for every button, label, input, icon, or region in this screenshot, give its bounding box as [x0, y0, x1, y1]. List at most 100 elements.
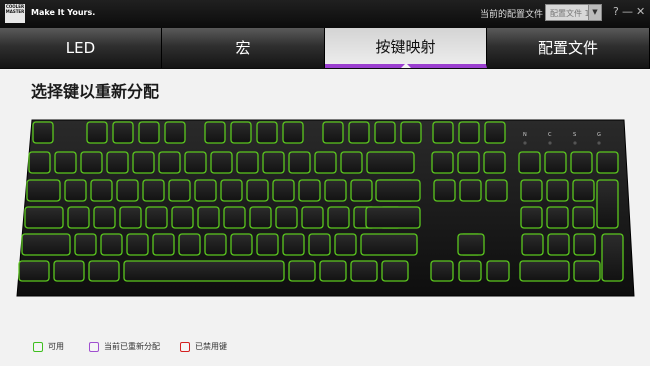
key-r3-4[interactable] — [145, 206, 168, 229]
key-r4-6[interactable] — [204, 233, 227, 256]
key-r2-18[interactable] — [546, 179, 569, 202]
key-r3-6[interactable] — [197, 206, 220, 229]
numpad-plus-key[interactable] — [596, 179, 619, 229]
key-r2-4[interactable] — [142, 179, 165, 202]
key-r2-8[interactable] — [246, 179, 269, 202]
key-r2-2[interactable] — [90, 179, 113, 202]
key-r4-12[interactable] — [360, 233, 418, 256]
key-r2-3[interactable] — [116, 179, 139, 202]
key-r1-2[interactable] — [80, 151, 103, 174]
key-r0-1[interactable] — [86, 121, 108, 144]
key-r5-8[interactable] — [430, 260, 454, 282]
key-r1-10[interactable] — [288, 151, 311, 174]
key-r3-10[interactable] — [301, 206, 324, 229]
key-r5-0[interactable] — [18, 260, 50, 282]
key-r1-15[interactable] — [457, 151, 480, 174]
key-r1-11[interactable] — [314, 151, 337, 174]
key-r1-5[interactable] — [158, 151, 181, 174]
key-r2-7[interactable] — [220, 179, 243, 202]
key-r0-5[interactable] — [204, 121, 226, 144]
key-r3-1[interactable] — [67, 206, 90, 229]
key-r4-8[interactable] — [256, 233, 279, 256]
key-r2-16[interactable] — [485, 179, 508, 202]
key-r0-14[interactable] — [458, 121, 480, 144]
key-r0-13[interactable] — [432, 121, 454, 144]
enter-key[interactable] — [365, 206, 421, 229]
key-r1-18[interactable] — [544, 151, 567, 174]
key-r2-12[interactable] — [350, 179, 373, 202]
key-r4-7[interactable] — [230, 233, 253, 256]
key-r1-4[interactable] — [132, 151, 155, 174]
key-r4-16[interactable] — [573, 233, 596, 256]
key-r1-14[interactable] — [431, 151, 454, 174]
key-r1-13[interactable] — [366, 151, 415, 174]
key-r3-14[interactable] — [520, 206, 543, 229]
key-r1-9[interactable] — [262, 151, 285, 174]
key-r0-9[interactable] — [322, 121, 344, 144]
key-r4-1[interactable] — [74, 233, 97, 256]
key-r2-5[interactable] — [168, 179, 191, 202]
key-r2-9[interactable] — [272, 179, 295, 202]
key-r4-4[interactable] — [152, 233, 175, 256]
key-r1-16[interactable] — [483, 151, 506, 174]
key-r5-5[interactable] — [319, 260, 347, 282]
key-r5-12[interactable] — [573, 260, 601, 282]
key-r5-11[interactable] — [519, 260, 570, 282]
key-r5-10[interactable] — [486, 260, 510, 282]
key-r3-7[interactable] — [223, 206, 246, 229]
key-r1-0[interactable] — [28, 151, 51, 174]
key-r2-1[interactable] — [64, 179, 87, 202]
key-r1-3[interactable] — [106, 151, 129, 174]
key-r3-15[interactable] — [546, 206, 569, 229]
key-r3-2[interactable] — [93, 206, 116, 229]
backslash-key[interactable] — [375, 179, 421, 202]
key-r1-17[interactable] — [518, 151, 541, 174]
key-r5-9[interactable] — [458, 260, 482, 282]
key-r1-12[interactable] — [340, 151, 363, 174]
key-r0-12[interactable] — [400, 121, 422, 144]
key-r4-10[interactable] — [308, 233, 331, 256]
key-r0-0[interactable] — [32, 121, 54, 144]
key-r0-7[interactable] — [256, 121, 278, 144]
arrow-up-key[interactable] — [457, 233, 485, 256]
key-r5-6[interactable] — [350, 260, 378, 282]
key-r2-14[interactable] — [433, 179, 456, 202]
key-r3-8[interactable] — [249, 206, 272, 229]
key-r4-15[interactable] — [547, 233, 570, 256]
key-r3-3[interactable] — [119, 206, 142, 229]
key-r2-6[interactable] — [194, 179, 217, 202]
key-r0-8[interactable] — [282, 121, 304, 144]
key-r5-4[interactable] — [288, 260, 316, 282]
key-r1-1[interactable] — [54, 151, 77, 174]
key-r0-10[interactable] — [348, 121, 370, 144]
key-r4-5[interactable] — [178, 233, 201, 256]
key-r5-3[interactable] — [123, 260, 285, 282]
key-r0-6[interactable] — [230, 121, 252, 144]
key-r5-1[interactable] — [53, 260, 85, 282]
key-r2-10[interactable] — [298, 179, 321, 202]
key-r1-6[interactable] — [184, 151, 207, 174]
key-r2-11[interactable] — [324, 179, 347, 202]
key-r2-15[interactable] — [459, 179, 482, 202]
key-r0-11[interactable] — [374, 121, 396, 144]
key-r0-2[interactable] — [112, 121, 134, 144]
key-r4-9[interactable] — [282, 233, 305, 256]
key-r0-3[interactable] — [138, 121, 160, 144]
key-r2-17[interactable] — [520, 179, 543, 202]
key-r1-20[interactable] — [596, 151, 619, 174]
key-r4-2[interactable] — [100, 233, 123, 256]
key-r5-2[interactable] — [88, 260, 120, 282]
key-r0-15[interactable] — [484, 121, 506, 144]
key-r1-19[interactable] — [570, 151, 593, 174]
key-r5-7[interactable] — [381, 260, 409, 282]
key-r3-16[interactable] — [572, 206, 595, 229]
key-r3-0[interactable] — [24, 206, 64, 229]
key-r2-19[interactable] — [572, 179, 595, 202]
key-r0-4[interactable] — [164, 121, 186, 144]
key-r2-0[interactable] — [26, 179, 61, 202]
key-r3-9[interactable] — [275, 206, 298, 229]
key-r1-7[interactable] — [210, 151, 233, 174]
key-r3-5[interactable] — [171, 206, 194, 229]
key-r4-14[interactable] — [521, 233, 544, 256]
key-r1-8[interactable] — [236, 151, 259, 174]
